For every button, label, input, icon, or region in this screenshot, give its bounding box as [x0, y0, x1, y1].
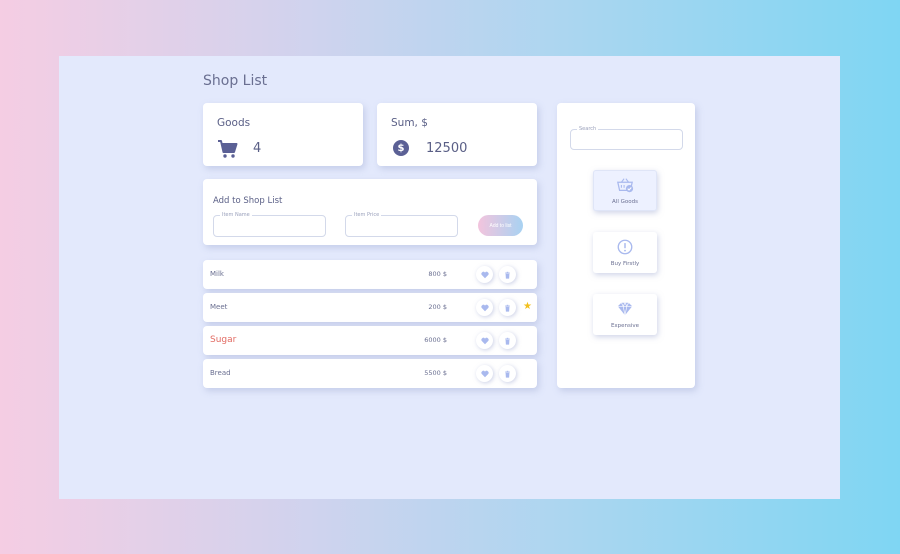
delete-button[interactable] [499, 365, 516, 382]
trash-icon [505, 271, 510, 279]
dollar-icon: $ [393, 140, 409, 156]
favorite-button[interactable] [476, 332, 493, 349]
heart-icon [480, 304, 489, 311]
basket-check-icon [617, 178, 634, 193]
goods-card: Goods 4 [203, 103, 363, 166]
main-panel: Shop List Goods 4 Sum, $ $ 12500 Add to … [59, 56, 840, 499]
list-item: Meet 200 $ ★ [203, 293, 537, 322]
list-item: Bread 5500 $ [203, 359, 537, 388]
item-name: Bread [210, 369, 231, 377]
delete-button[interactable] [499, 299, 516, 316]
item-name: Meet [210, 303, 228, 311]
add-item-form: Add to Shop List Item Name Item Price Ad… [203, 179, 537, 245]
goods-label: Goods [217, 117, 251, 129]
favorite-button[interactable] [476, 299, 493, 316]
category-all-goods[interactable]: All Goods [593, 170, 657, 211]
search-input[interactable]: Search [570, 125, 683, 150]
heart-icon [480, 271, 489, 278]
sum-label: Sum, $ [391, 117, 428, 129]
item-price: 6000 $ [424, 336, 447, 344]
form-title: Add to Shop List [213, 196, 283, 206]
category-label: Expensive [610, 323, 640, 329]
category-label: Buy Firstly [610, 261, 640, 267]
item-name-field[interactable]: Item Name [213, 211, 326, 237]
favorite-button[interactable] [476, 365, 493, 382]
trash-icon [505, 304, 510, 312]
item-name: Milk [210, 270, 224, 278]
cart-icon [218, 140, 238, 158]
category-buy-firstly[interactable]: Buy Firstly [593, 232, 657, 273]
sum-card: Sum, $ $ 12500 [377, 103, 537, 166]
sidebar: Search All Goods Buy Firstly Expensive [557, 103, 695, 388]
heart-icon [480, 370, 489, 377]
page-title: Shop List [203, 73, 268, 89]
delete-button[interactable] [499, 266, 516, 283]
item-price: 800 $ [428, 270, 447, 278]
exclamation-circle-icon [617, 239, 633, 255]
item-price-field[interactable]: Item Price [345, 211, 458, 237]
diamond-icon [617, 301, 633, 316]
trash-icon [505, 337, 510, 345]
item-price: 5500 $ [424, 369, 447, 377]
category-label: All Goods [612, 199, 638, 205]
search-label: Search [577, 125, 599, 133]
item-name: Sugar [210, 335, 237, 345]
delete-button[interactable] [499, 332, 516, 349]
star-icon: ★ [523, 301, 532, 312]
add-to-list-button[interactable]: Add to list [478, 215, 523, 236]
favorite-button[interactable] [476, 266, 493, 283]
item-price: 200 $ [428, 303, 447, 311]
sum-value: 12500 [426, 141, 468, 156]
trash-icon [505, 370, 510, 378]
item-name-label: Item Name [220, 211, 252, 219]
category-expensive[interactable]: Expensive [593, 294, 657, 335]
list-item: Milk 800 $ [203, 260, 537, 289]
heart-icon [480, 337, 489, 344]
list-item: Sugar 6000 $ [203, 326, 537, 355]
goods-count: 4 [253, 141, 262, 156]
item-price-label: Item Price [352, 211, 382, 219]
